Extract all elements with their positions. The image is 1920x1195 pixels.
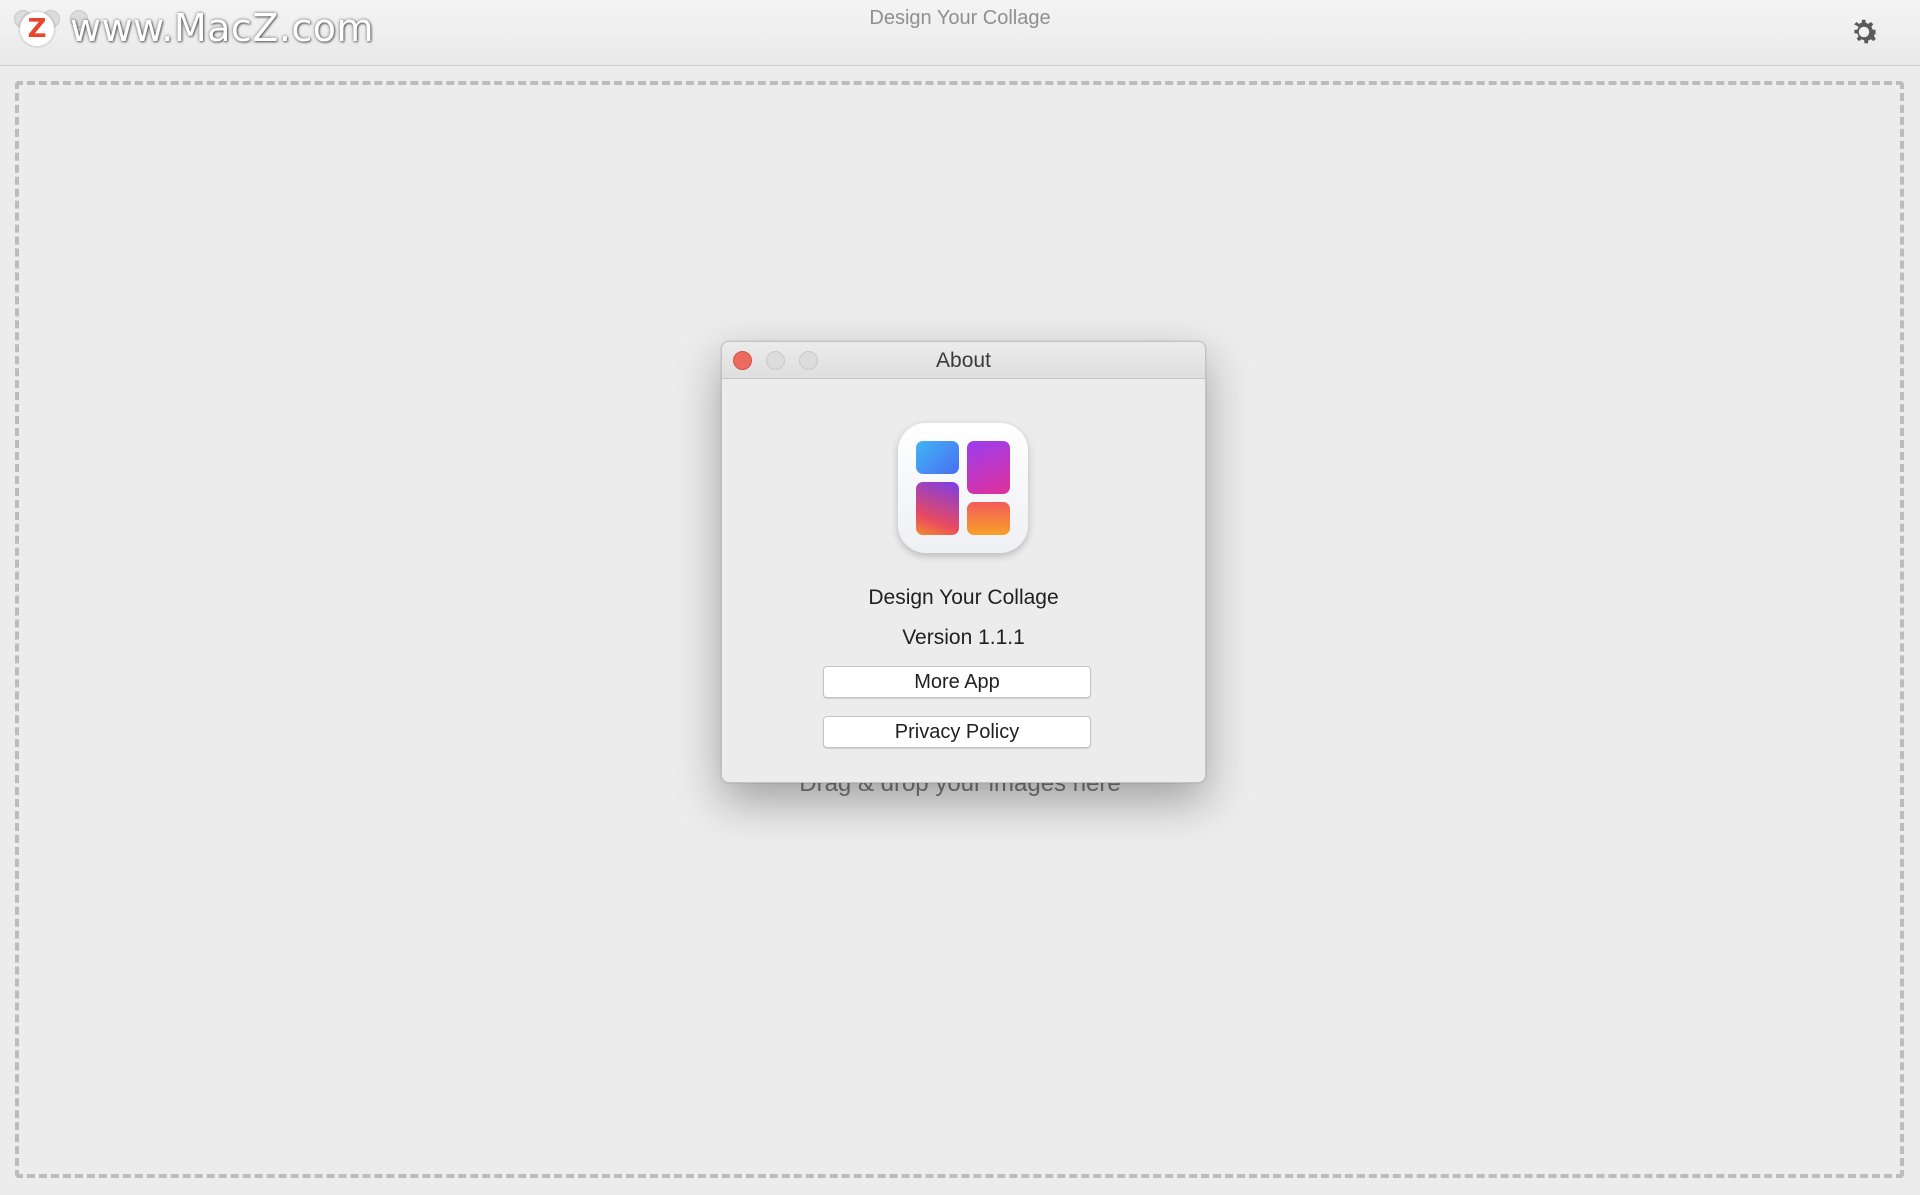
app-icon-tile-orange — [967, 502, 1010, 535]
app-version: Version 1.1.1 — [902, 626, 1025, 649]
more-app-button[interactable]: More App — [823, 666, 1091, 698]
about-dialog: About Design Your Collage Version 1.1.1 … — [721, 341, 1206, 783]
about-dialog-title-bar: About — [722, 342, 1205, 379]
app-icon-tile-blue — [916, 441, 959, 474]
title-bar: Z www.MacZ.com Design Your Collage — [0, 0, 1920, 66]
window-title: Design Your Collage — [869, 7, 1051, 29]
about-dialog-title: About — [936, 349, 991, 372]
privacy-policy-button[interactable]: Privacy Policy — [823, 716, 1091, 748]
app-name: Design Your Collage — [868, 586, 1059, 609]
gear-icon[interactable] — [1846, 14, 1882, 50]
app-icon-tile-violet — [916, 482, 959, 535]
collage-app-icon — [898, 423, 1028, 553]
app-icon-tile-purple — [967, 441, 1010, 494]
